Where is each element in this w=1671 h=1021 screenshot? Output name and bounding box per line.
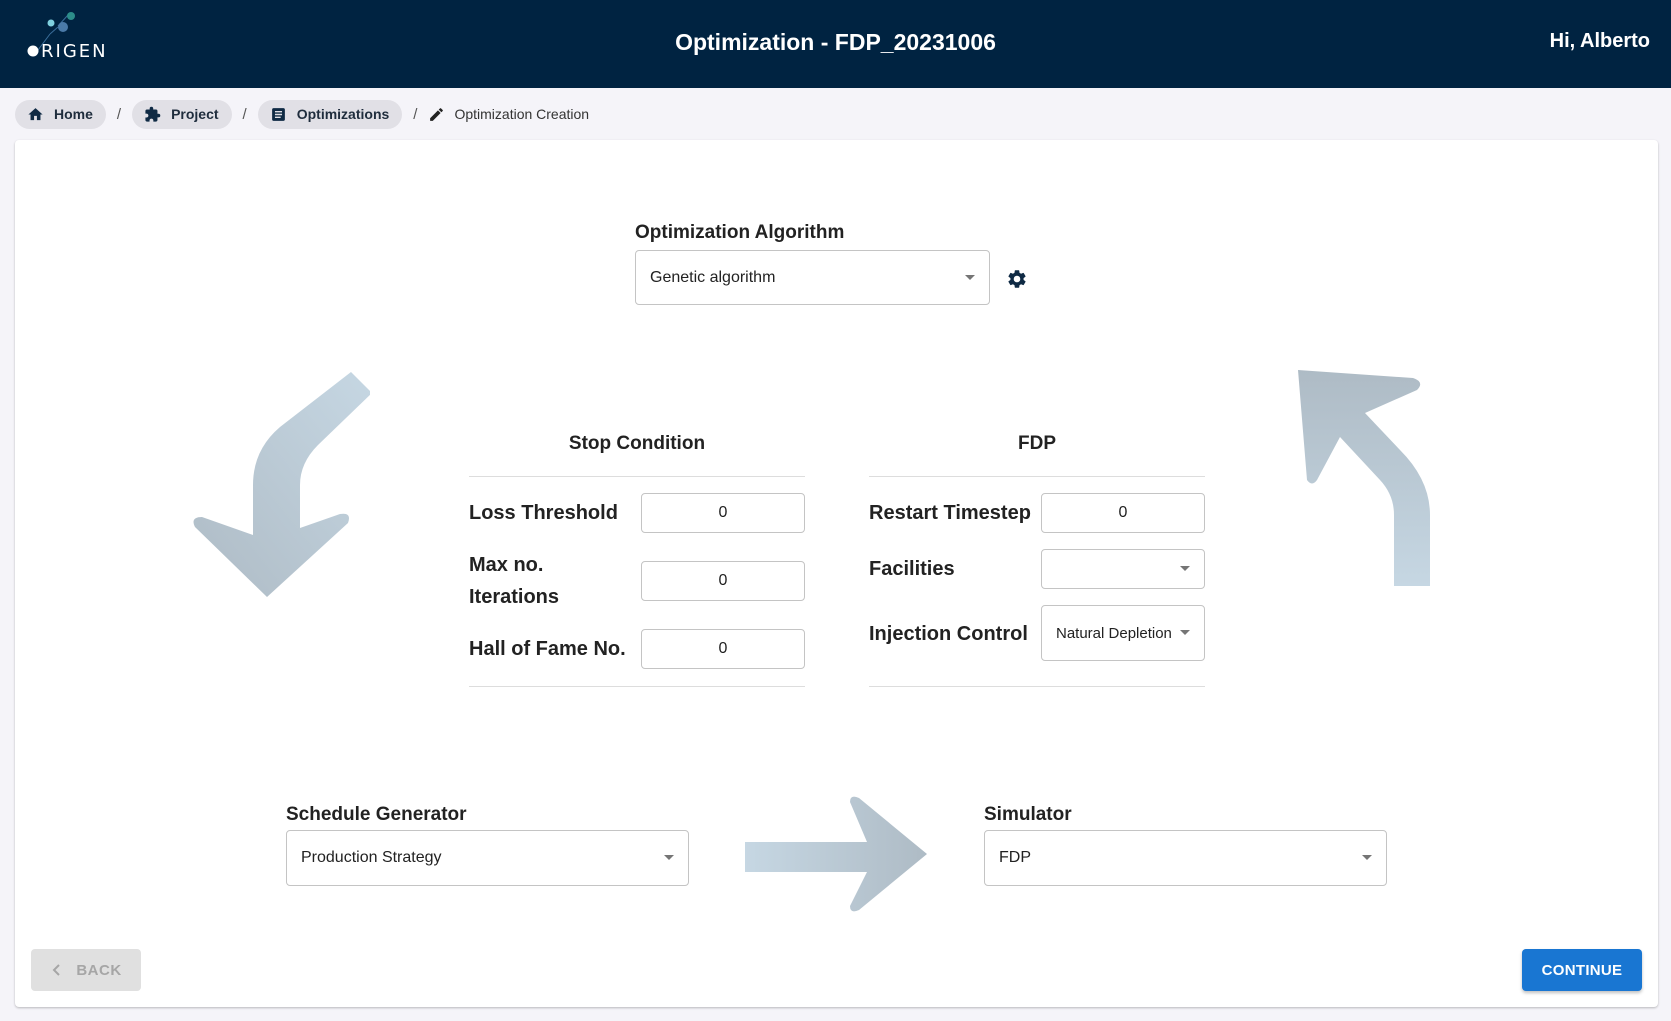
algorithm-label: Optimization Algorithm <box>635 222 845 243</box>
max-iterations-input[interactable]: 0 <box>641 561 805 601</box>
breadcrumb: Home / Project / Optimizations / Optimiz… <box>15 99 589 129</box>
simulator-select[interactable]: FDP <box>984 830 1387 886</box>
breadcrumb-current-label: Optimization Creation <box>454 106 590 122</box>
stop-condition-bottom-divider <box>469 686 805 687</box>
gear-icon <box>1008 270 1026 288</box>
page-title: Optimization - FDP_20231006 <box>675 29 996 55</box>
breadcrumb-separator: / <box>413 105 418 123</box>
restart-timestep-input[interactable]: 0 <box>1041 493 1205 533</box>
chevron-down-icon <box>965 274 975 280</box>
breadcrumb-separator: / <box>116 105 122 123</box>
document-icon <box>271 107 285 121</box>
breadcrumb-optimizations[interactable]: Optimizations <box>257 99 403 129</box>
facilities-label: Facilities <box>869 558 955 580</box>
algorithm-settings-button[interactable] <box>1006 268 1028 290</box>
max-iterations-label-line1: Max no. <box>469 554 544 576</box>
schedule-generator-label: Schedule Generator <box>286 804 467 825</box>
app-header: RIGEN Optimization - FDP_20231006 Hi, Al… <box>0 0 1671 88</box>
loss-threshold-label: Loss Threshold <box>469 502 618 524</box>
breadcrumb-separator: / <box>242 105 247 123</box>
chevron-down-icon <box>1180 566 1190 571</box>
fdp-title: FDP <box>1018 433 1056 454</box>
algorithm-select[interactable]: Genetic algorithm <box>635 250 990 305</box>
simulator-select-value: FDP <box>999 849 1031 866</box>
hall-of-fame-input[interactable]: 0 <box>641 629 805 669</box>
home-icon <box>28 107 43 120</box>
fdp-top-divider <box>869 476 1205 477</box>
injection-control-select[interactable]: Natural Depletion <box>1041 605 1205 661</box>
max-iterations-label-line2: Iterations <box>469 586 560 608</box>
chevron-down-icon <box>1362 855 1372 860</box>
continue-button[interactable]: CONTINUE <box>1522 949 1642 991</box>
fdp-bottom-divider <box>869 686 1205 687</box>
loss-threshold-input[interactable]: 0 <box>641 493 805 533</box>
breadcrumb-project[interactable]: Project <box>132 99 232 129</box>
stop-condition-top-divider <box>469 476 805 477</box>
curved-arrow-up-left-icon <box>1298 370 1430 586</box>
chevron-down-icon <box>664 855 674 860</box>
breadcrumb-home-label: Home <box>54 106 93 122</box>
breadcrumb-home[interactable]: Home <box>15 99 106 129</box>
puzzle-icon <box>145 106 161 122</box>
back-button-label: BACK <box>76 961 122 979</box>
continue-button-label: CONTINUE <box>1541 961 1623 979</box>
hall-of-fame-label: Hall of Fame No. <box>469 638 626 660</box>
breadcrumb-optimizations-label: Optimizations <box>296 106 390 122</box>
injection-control-label: Injection Control <box>869 623 1028 645</box>
user-greeting[interactable]: Hi, Alberto <box>1550 30 1650 53</box>
schedule-generator-select-value: Production Strategy <box>301 849 442 866</box>
chevron-down-icon <box>1180 630 1190 635</box>
pencil-icon <box>430 107 444 121</box>
curved-arrow-down-left-icon <box>193 372 370 597</box>
arrow-right-icon <box>745 796 927 912</box>
restart-timestep-label: Restart Timestep <box>869 502 1031 524</box>
breadcrumb-project-label: Project <box>171 106 219 122</box>
algorithm-select-value: Genetic algorithm <box>650 268 776 286</box>
facilities-select[interactable] <box>1041 549 1205 589</box>
chevron-left-icon <box>52 964 61 976</box>
back-button[interactable]: BACK <box>31 949 141 991</box>
breadcrumb-current: Optimization Creation <box>428 106 589 123</box>
stop-condition-title: Stop Condition <box>568 433 706 454</box>
schedule-generator-select[interactable]: Production Strategy <box>286 830 689 886</box>
simulator-label: Simulator <box>984 804 1072 825</box>
